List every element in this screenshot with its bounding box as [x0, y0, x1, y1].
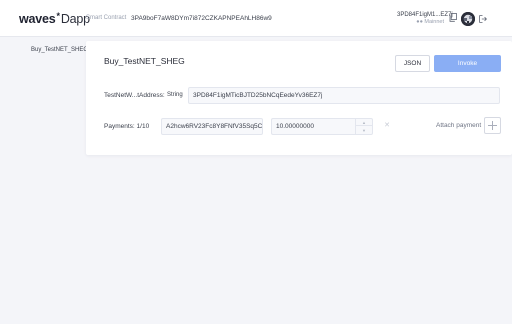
payment-asset-input[interactable]	[161, 118, 263, 135]
logo-name: waves	[19, 12, 56, 26]
payments-count: 1/10	[136, 123, 150, 130]
attach-payment-button[interactable]	[484, 117, 501, 134]
logo-star: *	[56, 11, 61, 21]
sidebar-item-buy-testnet-sheg[interactable]: Buy_TestNET_SHEG	[31, 47, 88, 53]
payments-label-text: Payments:	[104, 123, 135, 130]
app-header: waves*Dapp Smart Contract 3PA9boF7aW8DYm…	[0, 0, 512, 37]
account-address: 3PD84F1igM1...EZ7j	[397, 12, 453, 18]
contract-address: 3PA9boF7aW8DYm7i872CZKAPNPEAhLH86w9	[131, 15, 272, 22]
json-button[interactable]: JSON	[395, 55, 430, 72]
stepper-up-icon[interactable]: ▲	[356, 119, 372, 126]
payment-amount-input[interactable]	[271, 118, 355, 135]
stepper-down-icon[interactable]: ▼	[356, 127, 372, 134]
amount-stepper[interactable]: ▲ ▼	[355, 118, 373, 135]
avatar[interactable]	[461, 12, 475, 26]
invoke-button[interactable]: Invoke	[434, 55, 501, 72]
argument-name: TestNetW...tAddress:	[104, 92, 165, 99]
account-info: 3PD84F1igM1...EZ7j ●● Mainnet	[397, 12, 453, 25]
argument-type: String	[167, 92, 183, 98]
contract-label: Smart Contract	[86, 15, 127, 21]
copy-icon[interactable]	[449, 13, 457, 22]
function-title: Buy_TestNET_SHEG	[104, 56, 185, 66]
attach-payment-label: Attach payment	[436, 122, 482, 129]
logout-icon[interactable]	[479, 15, 487, 23]
argument-input[interactable]	[188, 87, 500, 104]
payments-label: Payments: 1/10	[104, 123, 149, 130]
logo[interactable]: waves*Dapp	[19, 11, 90, 26]
avatar-identicon	[461, 12, 475, 26]
remove-payment-icon[interactable]: ✕	[383, 122, 391, 130]
network-label: ●● Mainnet	[416, 19, 444, 25]
